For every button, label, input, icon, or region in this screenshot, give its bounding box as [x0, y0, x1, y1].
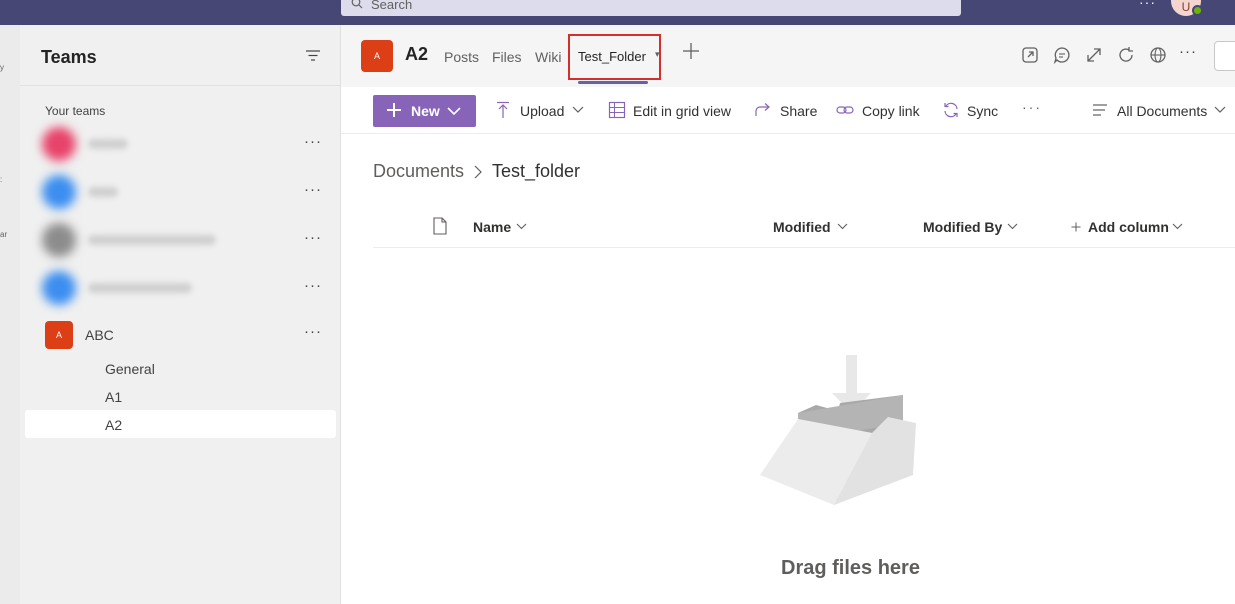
divider	[20, 85, 340, 86]
channel-item-a1[interactable]: A1	[105, 389, 122, 405]
chevron-down-icon[interactable]	[572, 106, 584, 114]
tab-posts[interactable]: Posts	[444, 49, 479, 65]
chevron-down-icon[interactable]	[1214, 106, 1226, 114]
rail-item[interactable]: :	[0, 175, 2, 184]
breadcrumb-documents[interactable]: Documents	[373, 161, 464, 182]
chevron-down-icon[interactable]	[516, 223, 527, 230]
search-icon	[351, 0, 363, 9]
empty-state-message: Drag files here	[781, 557, 920, 579]
filter-icon[interactable]	[305, 49, 321, 63]
upload-icon[interactable]	[496, 101, 510, 119]
channel-item-a2[interactable]: A2	[105, 417, 122, 433]
top-bar: Search ··· U	[0, 0, 1235, 25]
share-button[interactable]: Share	[780, 103, 817, 119]
sync-icon[interactable]	[942, 101, 960, 119]
teams-panel: Teams Your teams ··· ··· ··· ··· A ABC ·…	[20, 25, 341, 604]
column-modified[interactable]: Modified	[773, 219, 831, 235]
chevron-down-icon[interactable]	[837, 223, 848, 230]
view-selector[interactable]: All Documents	[1117, 103, 1207, 119]
app-rail: y : ar	[0, 25, 20, 604]
team-avatar-blurred	[42, 127, 76, 161]
meet-button[interactable]	[1214, 41, 1235, 71]
active-tab-indicator	[578, 81, 648, 84]
sync-button[interactable]: Sync	[967, 103, 998, 119]
main-content: A A2 Posts Files Wiki Test_Folder ▾ ··· …	[341, 25, 1235, 604]
view-list-icon[interactable]	[1092, 103, 1108, 117]
refresh-icon[interactable]	[1117, 46, 1135, 64]
expand-icon[interactable]	[1085, 46, 1103, 64]
team-row[interactable]: ···	[40, 221, 340, 261]
user-avatar[interactable]: U	[1171, 0, 1203, 16]
chevron-down-icon[interactable]	[1172, 223, 1183, 230]
plus-icon	[387, 103, 401, 117]
team-row[interactable]: ···	[40, 269, 340, 309]
team-name: ABC	[85, 327, 114, 343]
more-options-icon[interactable]: ···	[1139, 0, 1156, 10]
column-add[interactable]: Add column	[1088, 219, 1169, 235]
section-label: Your teams	[45, 104, 106, 118]
plus-icon[interactable]	[1071, 222, 1081, 232]
channel-item-general[interactable]: General	[105, 361, 155, 377]
share-icon[interactable]	[754, 101, 772, 119]
upload-button[interactable]: Upload	[520, 103, 564, 119]
link-icon[interactable]	[836, 101, 854, 119]
channel-avatar: A	[361, 40, 393, 72]
team-avatar: A	[45, 321, 73, 349]
column-name[interactable]: Name	[473, 219, 511, 235]
more-options-icon[interactable]: ···	[1179, 43, 1197, 60]
chevron-down-icon	[447, 107, 461, 116]
team-row[interactable]: ···	[40, 125, 340, 165]
globe-icon[interactable]	[1149, 46, 1167, 64]
new-button-label: New	[411, 103, 440, 119]
edit-grid-view-button[interactable]: Edit in grid view	[633, 103, 731, 119]
team-avatar-blurred	[42, 175, 76, 209]
rail-item[interactable]: ar	[0, 230, 7, 239]
panel-title: Teams	[41, 47, 97, 67]
team-row[interactable]: ···	[40, 173, 340, 213]
active-channel-highlight	[25, 410, 336, 438]
team-row-abc[interactable]: A ABC ···	[40, 315, 340, 355]
more-options-icon[interactable]: ···	[304, 323, 322, 340]
breadcrumb-current: Test_folder	[492, 161, 581, 181]
channel-name: A2	[405, 44, 429, 64]
more-options-icon[interactable]: ···	[304, 229, 322, 246]
team-avatar-blurred	[42, 223, 76, 257]
new-button[interactable]: New	[373, 95, 476, 127]
column-modified-by[interactable]: Modified By	[923, 219, 1002, 235]
chat-icon[interactable]	[1053, 46, 1071, 64]
team-name-blurred	[88, 187, 118, 197]
channel-header: A A2 Posts Files Wiki Test_Folder ▾ ···	[341, 25, 1235, 87]
pop-out-icon[interactable]	[1021, 46, 1039, 64]
highlight-box	[568, 34, 661, 80]
team-name-blurred	[88, 139, 128, 149]
rail-item[interactable]: y	[0, 63, 4, 72]
more-options-icon[interactable]: ···	[304, 277, 322, 294]
copy-link-button[interactable]: Copy link	[862, 103, 920, 119]
file-type-icon[interactable]	[433, 217, 447, 235]
grid-icon[interactable]	[608, 101, 626, 119]
team-avatar-blurred	[42, 271, 76, 305]
search-box[interactable]: Search	[341, 0, 961, 16]
command-bar: New Upload Edit in grid view Share Copy …	[341, 87, 1235, 134]
list-header: Name Modified Modified By Add column	[373, 205, 1235, 248]
chevron-down-icon[interactable]	[1007, 223, 1018, 230]
team-name-blurred	[88, 235, 216, 245]
team-name-blurred	[88, 283, 192, 293]
empty-folder-icon	[760, 355, 916, 505]
add-tab-icon[interactable]	[681, 41, 701, 61]
avatar-initial: U	[1181, 0, 1191, 14]
search-placeholder: Search	[371, 0, 413, 12]
tab-files[interactable]: Files	[492, 49, 522, 65]
more-options-icon[interactable]: ···	[304, 133, 322, 150]
more-options-icon[interactable]: ···	[304, 181, 322, 198]
tab-wiki[interactable]: Wiki	[535, 49, 561, 65]
presence-available-icon	[1192, 5, 1203, 16]
chevron-right-icon	[474, 165, 482, 179]
more-options-icon[interactable]: ···	[1022, 99, 1042, 115]
